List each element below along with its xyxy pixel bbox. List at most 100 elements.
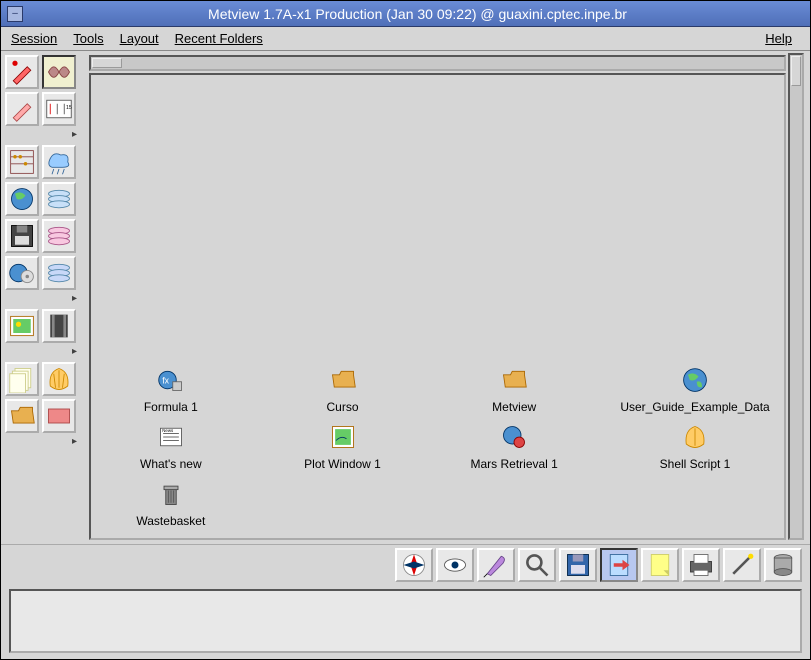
main-area: fx Formula 1 News What's new Wastebasket… [87, 51, 810, 544]
film-icon [45, 312, 73, 340]
horizontal-scrollbar[interactable] [89, 55, 786, 71]
earth-icon [678, 363, 712, 397]
gauge-icon: 15 [45, 95, 73, 123]
icon-label: What's new [140, 457, 202, 471]
folder-icon [497, 363, 531, 397]
page-arrow-icon [605, 551, 633, 579]
vertical-scrollbar[interactable] [788, 53, 804, 540]
palette-fly-icon[interactable] [42, 55, 76, 89]
note-icon [646, 551, 674, 579]
floppy-dark-icon [8, 222, 36, 250]
picture-icon [8, 312, 36, 340]
icon-column: Curso Plot Window 1 [287, 357, 399, 528]
icon-column: User_Guide_Example_Data Shell Script 1 [630, 357, 760, 528]
icon-column: fx Formula 1 News What's new Wastebasket [115, 357, 227, 528]
shell-script-icon [678, 420, 712, 454]
palette-pen-red-icon[interactable] [5, 55, 39, 89]
svg-text:News: News [162, 428, 174, 433]
icon-label: Wastebasket [136, 514, 205, 528]
floppy-tool[interactable] [559, 548, 597, 582]
wand-tool[interactable] [723, 548, 761, 582]
desktop-icon-shell-script-1[interactable]: Shell Script 1 [660, 420, 731, 471]
desktop-icon-whats-new[interactable]: News What's new [140, 420, 202, 471]
magnifier-tool[interactable] [518, 548, 556, 582]
palette-shell-icon[interactable] [42, 362, 76, 396]
cylinder-tool[interactable] [764, 548, 802, 582]
palette-expand-arrow[interactable]: ▸ [5, 346, 77, 356]
palette-expand-arrow[interactable]: ▸ [5, 293, 77, 303]
compass-tool[interactable] [395, 548, 433, 582]
palette-floppy-dark-icon[interactable] [5, 219, 39, 253]
pen-feather-tool[interactable] [477, 548, 515, 582]
palette-pen-pink-icon[interactable] [5, 92, 39, 126]
window-menu-button[interactable]: – [7, 6, 23, 22]
eye-tool[interactable] [436, 548, 474, 582]
menu-recent-folders[interactable]: Recent Folders [171, 29, 267, 48]
bottom-bar [1, 544, 810, 659]
palette-globe-cd-icon[interactable] [5, 256, 39, 290]
compass-icon [400, 551, 428, 579]
svg-text:15: 15 [66, 105, 72, 111]
news-icon: News [154, 420, 188, 454]
palette-gauge-icon[interactable]: 15 [42, 92, 76, 126]
page-blank-tool[interactable] [600, 548, 638, 582]
desktop-icon-formula-1[interactable]: fx Formula 1 [144, 363, 198, 414]
floppy-icon [564, 551, 592, 579]
mars-icon [497, 420, 531, 454]
desktop-icon-user-guide-example-data[interactable]: User_Guide_Example_Data [620, 363, 769, 414]
folder-open-icon [8, 402, 36, 430]
eye-icon [441, 551, 469, 579]
disc-stack-icon [45, 185, 73, 213]
menu-session[interactable]: Session [7, 29, 61, 48]
palette-film-icon[interactable] [42, 309, 76, 343]
palette-picture-icon[interactable] [5, 309, 39, 343]
desktop-pane[interactable]: fx Formula 1 News What's new Wastebasket… [89, 73, 786, 540]
palette-disc-stack-icon[interactable] [42, 182, 76, 216]
pen-pink-icon [8, 95, 36, 123]
formula-icon: fx [154, 363, 188, 397]
palette-disc-blue-icon[interactable] [42, 256, 76, 290]
icon-label: User_Guide_Example_Data [620, 400, 769, 414]
toolbar [1, 544, 810, 585]
disc-pink-icon [45, 222, 73, 250]
svg-text:fx: fx [162, 376, 169, 386]
palette-abacus-icon[interactable] [5, 145, 39, 179]
palette-rain-icon[interactable] [42, 145, 76, 179]
printer-icon [687, 551, 715, 579]
desktop-icon-metview[interactable]: Metview [492, 363, 536, 414]
status-box [9, 589, 802, 653]
palette-expand-arrow[interactable]: ▸ [5, 436, 77, 446]
desktop-icon-plot-window-1[interactable]: Plot Window 1 [304, 420, 381, 471]
pen-red-icon [8, 58, 36, 86]
palette-card-red-icon[interactable] [42, 399, 76, 433]
menu-tools[interactable]: Tools [69, 29, 107, 48]
application-window: – Metview 1.7A-x1 Production (Jan 30 09:… [0, 0, 811, 660]
desktop-icon-curso[interactable]: Curso [326, 363, 360, 414]
menu-layout[interactable]: Layout [116, 29, 163, 48]
palette-stack-paper-icon[interactable] [5, 362, 39, 396]
desktop-icon-mars-retrieval-1[interactable]: Mars Retrieval 1 [471, 420, 558, 471]
globe-cd-icon [8, 259, 36, 287]
palette-folder-open-icon[interactable] [5, 399, 39, 433]
palette-globe-icon[interactable] [5, 182, 39, 216]
body-area: 15 ▸ ▸ ▸ ▸ fx Formula 1 News What's new Wast… [1, 51, 810, 544]
magnifier-icon [523, 551, 551, 579]
shell-icon [45, 365, 73, 393]
palette-disc-pink-icon[interactable] [42, 219, 76, 253]
sidebar-palette: 15 ▸ ▸ ▸ ▸ [1, 51, 87, 544]
globe-icon [8, 185, 36, 213]
menubar: Session Tools Layout Recent Folders Help [1, 27, 810, 51]
note-tool[interactable] [641, 548, 679, 582]
icon-label: Metview [492, 400, 536, 414]
desktop-icon-wastebasket[interactable]: Wastebasket [136, 477, 205, 528]
icon-label: Formula 1 [144, 400, 198, 414]
disc-blue-icon [45, 259, 73, 287]
palette-expand-arrow[interactable]: ▸ [5, 129, 77, 139]
menu-help[interactable]: Help [761, 29, 796, 48]
stack-paper-icon [8, 365, 36, 393]
icon-label: Curso [326, 400, 358, 414]
icon-label: Plot Window 1 [304, 457, 381, 471]
desktop-icons: fx Formula 1 News What's new Wastebasket… [91, 349, 784, 538]
printer-tool[interactable] [682, 548, 720, 582]
trash-icon [154, 477, 188, 511]
